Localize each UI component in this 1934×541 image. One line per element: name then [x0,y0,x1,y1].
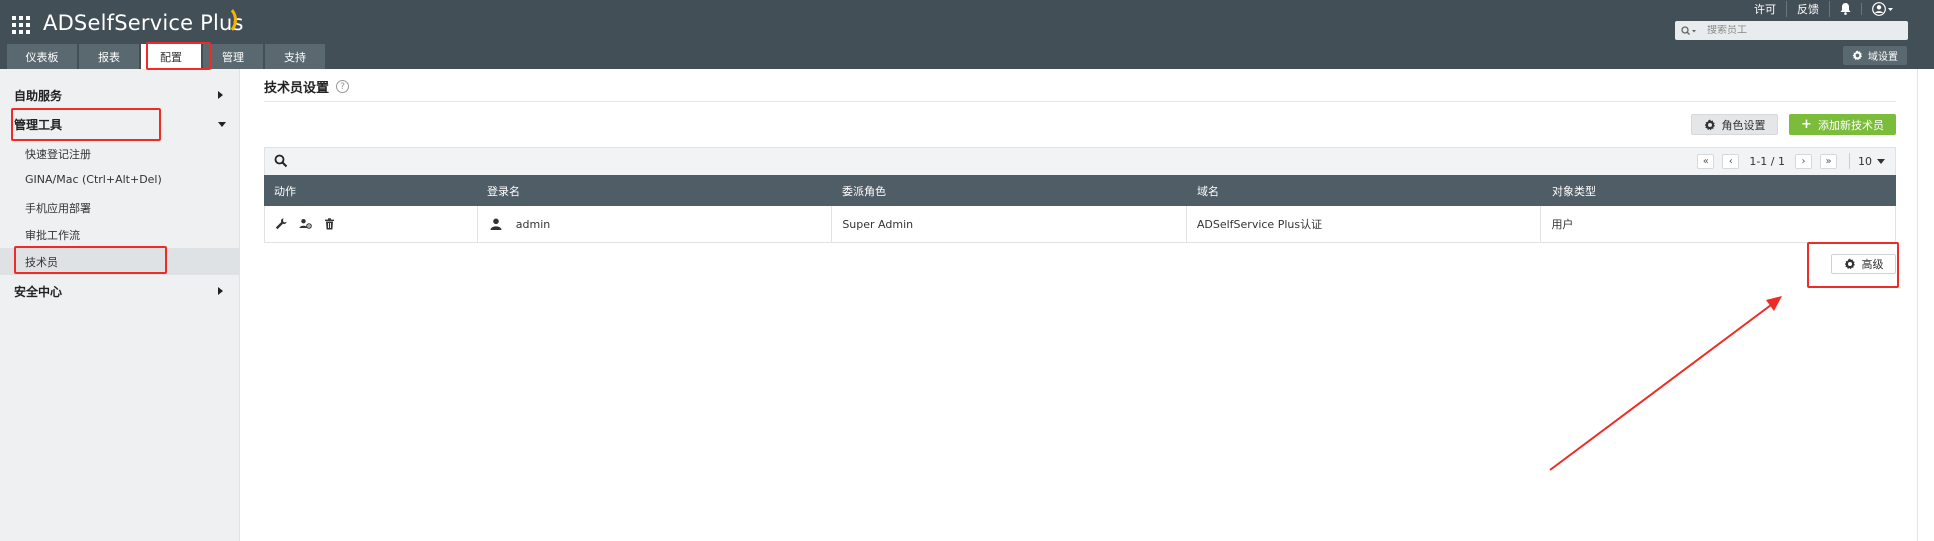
chevron-right-icon[interactable] [218,91,223,99]
column-header-actions: 动作 [274,184,296,198]
sidebar-item-quick-enrollment[interactable]: 快速登记注册 [25,146,91,162]
last-page-icon[interactable]: » [1820,153,1837,169]
table-toolbar: « ‹ 1-1 / 1 › » 10 [264,147,1896,175]
domain-settings-label: 域设置 [1868,52,1898,63]
app-grid-icon[interactable] [12,16,30,34]
sidebar-item-approval-workflow[interactable]: 审批工作流 [25,227,80,243]
chevron-down-icon[interactable] [218,122,226,127]
logo-arc-icon [211,5,237,35]
pagination: « ‹ 1-1 / 1 › » 10 [1693,153,1885,169]
tab-configuration[interactable]: 配置 [141,44,201,69]
tab-admin[interactable]: 管理 [203,44,263,69]
prev-page-icon[interactable]: ‹ [1722,153,1740,169]
page-range: 1-1 / 1 [1749,154,1785,168]
gear-icon [1844,258,1856,270]
tab-support[interactable]: 支持 [265,44,325,69]
column-header-domain[interactable]: 域名 [1187,175,1542,206]
advanced-button[interactable]: 高级 [1831,254,1896,274]
manage-users-icon[interactable] [299,218,312,230]
role-settings-button[interactable]: 角色设置 [1691,114,1778,135]
tab-dashboard[interactable]: 仪表板 [7,44,77,69]
login-name[interactable]: admin [516,218,550,231]
plus-icon: + [1801,117,1812,132]
column-header-object-type[interactable]: 对象类型 [1542,175,1896,206]
bell-icon[interactable] [1830,3,1862,15]
cell-domain: ADSelfService Plus认证 [1187,206,1542,242]
user-menu-icon[interactable] [1862,2,1904,16]
page-title: 技术员设置 ? [264,77,350,96]
table-search-icon[interactable] [274,154,288,168]
domain-settings-button[interactable]: 域设置 [1843,46,1907,65]
top-header: ADSelfService Plus 许可 反馈 仪表板 报表 配置 管理 支持… [0,0,1934,69]
add-technician-button[interactable]: + 添加新技术员 [1789,114,1896,135]
sidebar-item-mobile-deployment[interactable]: 手机应用部署 [25,200,91,216]
wrench-icon[interactable] [275,218,287,230]
chevron-right-icon[interactable] [218,287,223,295]
search-icon [1681,25,1697,36]
cell-object-type: 用户 [1551,218,1574,231]
table-row: admin Super Admin ADSelfService Plus认证 用… [264,206,1896,243]
employee-search[interactable] [1675,21,1908,40]
page-size-select[interactable]: 10 [1858,155,1885,168]
next-page-icon[interactable]: › [1795,153,1812,169]
trash-icon[interactable] [324,218,335,230]
title-divider [264,101,1896,102]
main-tabs: 仪表板 报表 配置 管理 支持 [7,44,327,69]
technicians-table: 动作 登录名 委派角色 域名 对象类型 admin Super Admin AD… [264,175,1896,243]
sidebar-group-security-center[interactable]: 安全中心 [14,283,62,300]
employee-search-input[interactable] [1707,25,1897,36]
caret-down-icon [1877,158,1885,164]
first-page-icon[interactable]: « [1697,153,1715,169]
help-icon[interactable]: ? [336,80,350,93]
tab-reports[interactable]: 报表 [79,44,139,69]
column-header-login[interactable]: 登录名 [477,175,832,206]
sidebar-item-gina-mac[interactable]: GINA/Mac (Ctrl+Alt+Del) [25,173,162,186]
gear-icon [1704,119,1716,131]
role-settings-label: 角色设置 [1721,118,1766,132]
column-header-role[interactable]: 委派角色 [832,175,1187,206]
feedback-link[interactable]: 反馈 [1787,1,1830,17]
sidebar-group-self-service[interactable]: 自助服务 [14,87,62,104]
table-header: 动作 登录名 委派角色 域名 对象类型 [264,175,1896,206]
page-title-text: 技术员设置 [264,81,330,96]
sidebar-item-technicians[interactable]: 技术员 [25,254,58,270]
row-actions [265,206,478,242]
cell-role: Super Admin [832,206,1187,242]
sidebar: 自助服务 管理工具 快速登记注册 GINA/Mac (Ctrl+Alt+Del)… [0,69,240,541]
top-links: 许可 反馈 [1744,1,1904,17]
page-size-value: 10 [1858,154,1872,168]
scrollbar-track[interactable] [1917,69,1918,541]
advanced-label: 高级 [1861,258,1884,271]
cell-login: admin [478,206,833,242]
gear-icon [1852,50,1863,61]
sidebar-group-admin-tools[interactable]: 管理工具 [14,116,62,133]
add-technician-label: 添加新技术员 [1817,118,1884,132]
pager-divider [1849,153,1850,169]
user-icon [490,218,502,230]
license-link[interactable]: 许可 [1744,1,1787,17]
